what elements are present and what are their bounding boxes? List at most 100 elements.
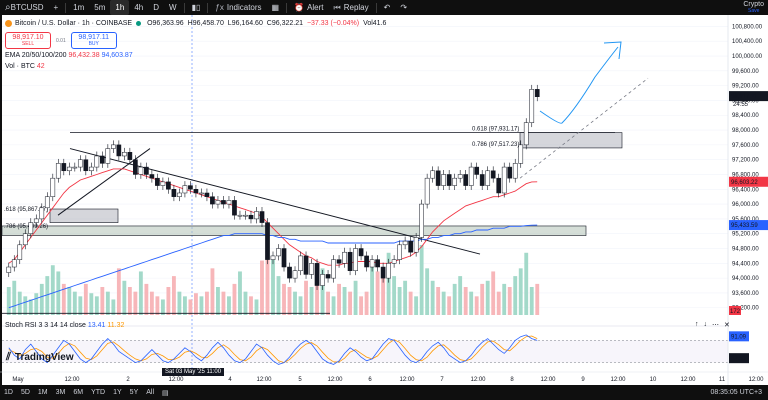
interval-5m[interactable]: 5m bbox=[89, 0, 110, 15]
layout-name-button[interactable]: Crypto Save bbox=[743, 1, 768, 14]
ohlc-change: −37.33 (−0.04%) bbox=[306, 19, 360, 27]
candle-down bbox=[358, 248, 364, 257]
volume-bar bbox=[326, 291, 330, 315]
range-6m[interactable]: 6M bbox=[69, 389, 87, 396]
time-tick-label: 12:00 bbox=[470, 377, 486, 383]
range-1d[interactable]: 1D bbox=[0, 389, 17, 396]
price-tick-label: 93,600.00 bbox=[732, 291, 759, 297]
downtrend-line bbox=[69, 148, 481, 255]
volume-bar bbox=[160, 299, 165, 315]
utc-clock[interactable]: 08:35:05 UTC+3 bbox=[710, 389, 768, 396]
price-tick-label: 99,200.00 bbox=[732, 84, 759, 90]
range-ytd[interactable]: YTD bbox=[87, 389, 109, 396]
crosshair-date-badge: Sat 03 May '25 11:00 bbox=[162, 368, 225, 376]
sell-button[interactable]: 98,917.10 SELL bbox=[5, 32, 51, 49]
candle-up bbox=[485, 170, 491, 186]
range-all[interactable]: All bbox=[142, 389, 158, 396]
volume-bar bbox=[105, 291, 110, 315]
templates-grid-icon[interactable]: ▦ bbox=[267, 0, 285, 15]
candle-up bbox=[17, 244, 23, 260]
price-tick-label: 94,400.00 bbox=[732, 261, 759, 267]
candle-down bbox=[474, 166, 480, 175]
indicators-button[interactable]: ƒx Indicators bbox=[210, 0, 266, 15]
candle-up bbox=[353, 248, 358, 271]
volume-bar bbox=[28, 299, 33, 315]
candle-chart-icon[interactable]: ▮▯ bbox=[187, 0, 206, 15]
time-tick-label: 12:00 bbox=[327, 377, 343, 383]
candle-up bbox=[391, 259, 397, 264]
candle-down bbox=[303, 255, 309, 275]
candle-down bbox=[166, 181, 171, 190]
stoch-legend[interactable]: Stoch RSI 3 3 14 14 close 13.41 11.32 bbox=[5, 322, 124, 329]
price-tick-label: 100,000.00 bbox=[732, 54, 763, 60]
time-axis[interactable]: May 12:00 2 12:00 4 12:00 5 12:00 6 12:00 7 12:00 8 1… bbox=[0, 371, 768, 383]
replay-button[interactable]: ⏮ Replay bbox=[329, 0, 374, 15]
interval-1m[interactable]: 1m bbox=[68, 0, 89, 15]
candle-up bbox=[182, 185, 188, 194]
symbol-search[interactable]: ⌕ BTCUSD bbox=[0, 0, 49, 15]
ema200-price-label: 95,433.59 bbox=[731, 223, 758, 229]
volume-bar bbox=[518, 268, 523, 315]
undo-button[interactable]: ↶ bbox=[379, 0, 396, 15]
tradingview-logo[interactable]: ⫽ TradingView bbox=[6, 351, 74, 364]
volume-bar bbox=[67, 287, 72, 315]
volume-bar bbox=[227, 296, 231, 315]
volume-bar bbox=[403, 280, 408, 315]
ema20-price-label: 96,603.22 bbox=[731, 180, 758, 186]
candle-up bbox=[111, 144, 116, 149]
candle-up bbox=[512, 163, 518, 179]
candle-up bbox=[28, 222, 34, 234]
range-1m[interactable]: 1M bbox=[34, 389, 52, 396]
date-range-icon[interactable]: ▤ bbox=[158, 389, 173, 397]
candle-up bbox=[298, 255, 303, 271]
range-5d[interactable]: 5D bbox=[17, 389, 34, 396]
buy-button[interactable]: 98,917.11 BUY bbox=[70, 32, 117, 49]
candle-up bbox=[50, 177, 56, 197]
price-axis[interactable]: 100,800.00 100,400.00 100,000.00 99,600.00 9… bbox=[727, 15, 768, 385]
volume-bar bbox=[122, 280, 127, 315]
candle-down bbox=[496, 177, 502, 194]
bottom-bar: 1D 5D 1M 3M 6M YTD 1Y 5Y All ▤ 08:35:05 … bbox=[0, 385, 768, 400]
candle-down bbox=[287, 266, 292, 279]
range-1y[interactable]: 1Y bbox=[109, 389, 126, 396]
projection-arrow bbox=[539, 46, 619, 124]
move-pane-up-icon[interactable]: ↑ bbox=[695, 321, 699, 329]
candle-down bbox=[314, 263, 320, 286]
more-icon[interactable]: ⋯ bbox=[712, 321, 719, 329]
interval-w[interactable]: W bbox=[164, 0, 182, 15]
alert-button[interactable]: ⏰ Alert bbox=[289, 0, 328, 15]
close-icon[interactable]: ✕ bbox=[724, 321, 730, 329]
sell-price: 98,917.10 bbox=[12, 34, 44, 41]
indicators-icon: ƒx bbox=[215, 3, 224, 12]
logo-text: TradingView bbox=[14, 352, 74, 363]
volume-bar bbox=[271, 255, 275, 315]
alarm-clock-icon: ⏰ bbox=[294, 3, 305, 12]
time-tick-label: 4 bbox=[228, 377, 232, 383]
ema-legend[interactable]: EMA 20/50/100/200 96,432.38 94,603.87 bbox=[5, 52, 133, 59]
candle-up bbox=[226, 200, 232, 205]
arrow-head bbox=[603, 41, 622, 60]
interval-1h[interactable]: 1h bbox=[110, 0, 130, 15]
candle-up bbox=[6, 266, 12, 273]
volume-bar bbox=[199, 296, 204, 315]
ohlc-close: C96,322.21 bbox=[266, 19, 303, 27]
volume-bar bbox=[205, 291, 209, 315]
volume-legend[interactable]: Vol · BTC 42 bbox=[5, 63, 45, 70]
range-5y[interactable]: 5Y bbox=[126, 389, 143, 396]
candle-down bbox=[221, 200, 226, 205]
interval-d[interactable]: D bbox=[148, 0, 164, 15]
divider bbox=[375, 2, 377, 13]
volume-bar bbox=[309, 287, 314, 315]
interval-4h[interactable]: 4h bbox=[129, 0, 148, 15]
redo-button[interactable]: ↷ bbox=[395, 0, 412, 15]
candle-up bbox=[397, 244, 402, 260]
volume-bar bbox=[502, 283, 507, 315]
candle-up bbox=[66, 166, 72, 172]
move-pane-down-icon[interactable]: ↓ bbox=[704, 321, 708, 329]
add-symbol-button[interactable]: + bbox=[49, 0, 64, 15]
range-3m[interactable]: 3M bbox=[52, 389, 70, 396]
candle-up bbox=[523, 122, 529, 146]
price-chart[interactable]: 0.618 (97,931.17)0.786 (97,517.23).618 (… bbox=[0, 15, 768, 385]
annotations bbox=[539, 41, 622, 124]
candle-up bbox=[105, 148, 111, 164]
